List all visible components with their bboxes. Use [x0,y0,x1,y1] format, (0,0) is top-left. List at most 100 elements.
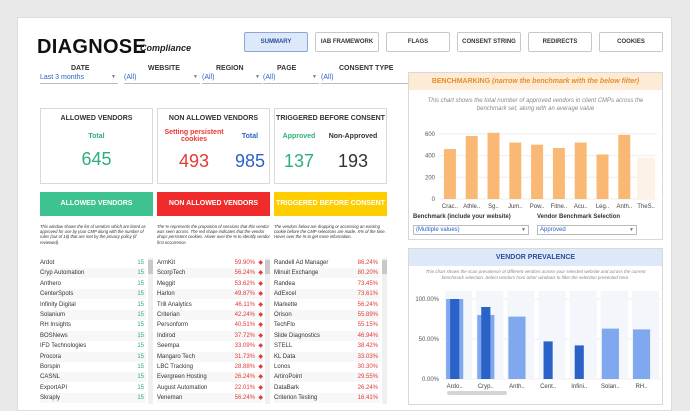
filter-region-select[interactable]: (All) ▼ [202,74,262,84]
tab-cookies[interactable]: COOKIES [599,32,663,52]
tab-flags[interactable]: FLAGS [386,32,450,52]
vendor-value[interactable]: 59.90% [235,258,255,268]
tab-iab-framework[interactable]: IAB FRAMEWORK [315,32,379,52]
vendor-value[interactable]: 15 [137,331,144,341]
list-item[interactable]: Minuit Exchange 80.20% [274,268,380,279]
list-item[interactable]: Mangaro Tech 31.73% ◆ [157,351,263,362]
vendor-value[interactable]: 28.88% [235,362,255,372]
scrollbar-thumb[interactable] [265,260,270,274]
list-item[interactable]: Harlon 49.87% ◆ [157,289,263,300]
list-item[interactable]: ArmKit 59.90% ◆ [157,258,263,268]
non-allowed-vendors-list[interactable]: ArmKit 59.90% ◆ ScorpTech 56.24% ◆ Meggit 53.62… [157,258,263,404]
non-allowed-vendors-card[interactable]: NON ALLOWED VENDORS Setting persistent c… [157,108,270,184]
list-item[interactable]: Veneman 56.24% ◆ [157,393,263,404]
list-item[interactable]: August Automation 22.01% ◆ [157,383,263,393]
list-item[interactable]: ScorpTech 56.24% ◆ [157,268,263,279]
list-item[interactable]: DataBark 26.24% [274,383,380,393]
list-item[interactable]: Solanium 15 [40,310,146,320]
list-item[interactable]: Evergreen Hosting 26.24% ◆ [157,372,263,383]
list-item[interactable]: TechFlo 55.15% [274,320,380,330]
list-item[interactable]: Criterian 42.24% ◆ [157,310,263,320]
list-item[interactable]: Meggit 53.62% ◆ [157,279,263,289]
list-item[interactable]: Anthero 15 [40,279,146,289]
vendor-value[interactable]: 26.24% [358,383,378,393]
list-item[interactable]: Randell Ad Manager 86.24% [274,258,380,268]
vendor-value[interactable]: 30.30% [358,362,378,372]
tab-summary[interactable]: SUMMARY [244,32,308,52]
vendor-value[interactable]: 15 [137,268,144,278]
filter-consent-type-select[interactable]: (All)▼ [321,74,418,84]
list-item[interactable]: BOSNews 15 [40,330,146,341]
vendor-value[interactable]: 22.01% [235,383,255,393]
tab-consent-string[interactable]: CONSENT STRING [457,32,521,52]
vendor-value[interactable]: 15 [137,300,144,310]
triggered-before-consent-card[interactable]: TRIGGERED BEFORE CONSENT Approved 137 No… [274,108,387,184]
vendor-value[interactable]: 15 [137,372,144,382]
vendor-value[interactable]: 38.42% [358,341,378,351]
vendor-value[interactable]: 33.09% [235,341,255,351]
list-item[interactable]: RH Insights 15 [40,320,146,330]
list-item[interactable]: Seempa 33.09% ◆ [157,341,263,351]
vendor-value[interactable]: 15 [137,341,144,351]
list-item[interactable]: Borspin 15 [40,362,146,372]
vendor-value[interactable]: 40.51% [235,320,255,330]
allowed-list-scrollbar[interactable] [148,258,153,404]
vendor-value[interactable]: 56.24% [358,300,378,310]
vendor-value[interactable]: 55.89% [358,310,378,320]
list-item[interactable]: STELL 38.42% [274,341,380,351]
vendor-value[interactable]: 46.94% [358,331,378,341]
vendor-value[interactable]: 15 [137,310,144,320]
vendor-value[interactable]: 15 [137,279,144,289]
vendor-value[interactable]: 15 [137,320,144,330]
allowed-vendors-card[interactable]: ALLOWED VENDORS Total 645 [40,108,153,184]
vendor-value[interactable]: 15 [137,362,144,372]
triggered-list-scrollbar[interactable] [382,258,387,404]
vendor-value[interactable]: 55.15% [358,320,378,330]
list-item[interactable]: Infinity Digital 15 [40,300,146,310]
vendor-value[interactable]: 15 [137,383,144,393]
vendor-value[interactable]: 15 [137,393,144,403]
list-item[interactable]: LBC Tracking 28.88% ◆ [157,362,263,372]
vendor-value[interactable]: 37.72% [235,331,255,341]
vendor-value[interactable]: 33.03% [358,352,378,362]
vendor-value[interactable]: 31.73% [235,352,255,362]
list-item[interactable]: ArtiroPoint 29.55% [274,372,380,383]
filter-date-select[interactable]: Last 3 months ▼ [40,74,118,84]
list-item[interactable]: CenterSpots 15 [40,289,146,300]
list-item[interactable]: Indirod 37.72% ◆ [157,330,263,341]
filter-page-select[interactable]: (All) ▼ [263,74,319,84]
vendor-value[interactable]: 86.24% [358,258,378,268]
list-item[interactable]: Slide Diagnostics 46.94% [274,330,380,341]
tab-redirects[interactable]: REDIRECTS [528,32,592,52]
vendor-value[interactable]: 16.41% [358,393,378,403]
list-item[interactable]: AdExcel 73.61% [274,289,380,300]
list-item[interactable]: Criterion Testing 16.41% [274,393,380,404]
list-item[interactable]: IFD Technologies 15 [40,341,146,351]
vendor-value[interactable]: 49.87% [235,289,255,299]
vendor-value[interactable]: 56.24% [235,268,255,278]
list-item[interactable]: Procora 15 [40,351,146,362]
vendor-value[interactable]: 26.24% [235,372,255,382]
list-item[interactable]: Markette 56.24% [274,300,380,310]
list-item[interactable]: CASNL 15 [40,372,146,383]
list-item[interactable]: Orison 55.89% [274,310,380,320]
vendor-value[interactable]: 80.20% [358,268,378,278]
vendor-value[interactable]: 46.11% [235,300,255,310]
vendor-value[interactable]: 15 [137,352,144,362]
vendor-benchmark-select[interactable]: Approved ▼ [537,225,637,235]
scrollbar-thumb[interactable] [148,260,153,274]
filter-website-select[interactable]: (All) ▼ [124,74,200,84]
list-item[interactable]: Lonos 30.30% [274,362,380,372]
benchmark-select[interactable]: (Multiple values) ▼ [413,225,529,235]
allowed-vendors-list[interactable]: Ardot 15 Cryp Automation 15 Anthero 15 CenterS… [40,258,146,404]
vendor-value[interactable]: 42.24% [235,310,255,320]
vendor-value[interactable]: 29.55% [358,372,378,382]
vendor-value[interactable]: 73.45% [358,279,378,289]
vendor-value[interactable]: 15 [137,289,144,299]
list-item[interactable]: Ardot 15 [40,258,146,268]
triggered-vendors-list[interactable]: Randell Ad Manager 86.24% Minuit Exchange 8… [274,258,380,404]
list-item[interactable]: KL Data 33.03% [274,351,380,362]
vendor-value[interactable]: 15 [137,258,144,268]
list-item[interactable]: Randea 73.45% [274,279,380,289]
vendor-value[interactable]: 73.61% [358,289,378,299]
